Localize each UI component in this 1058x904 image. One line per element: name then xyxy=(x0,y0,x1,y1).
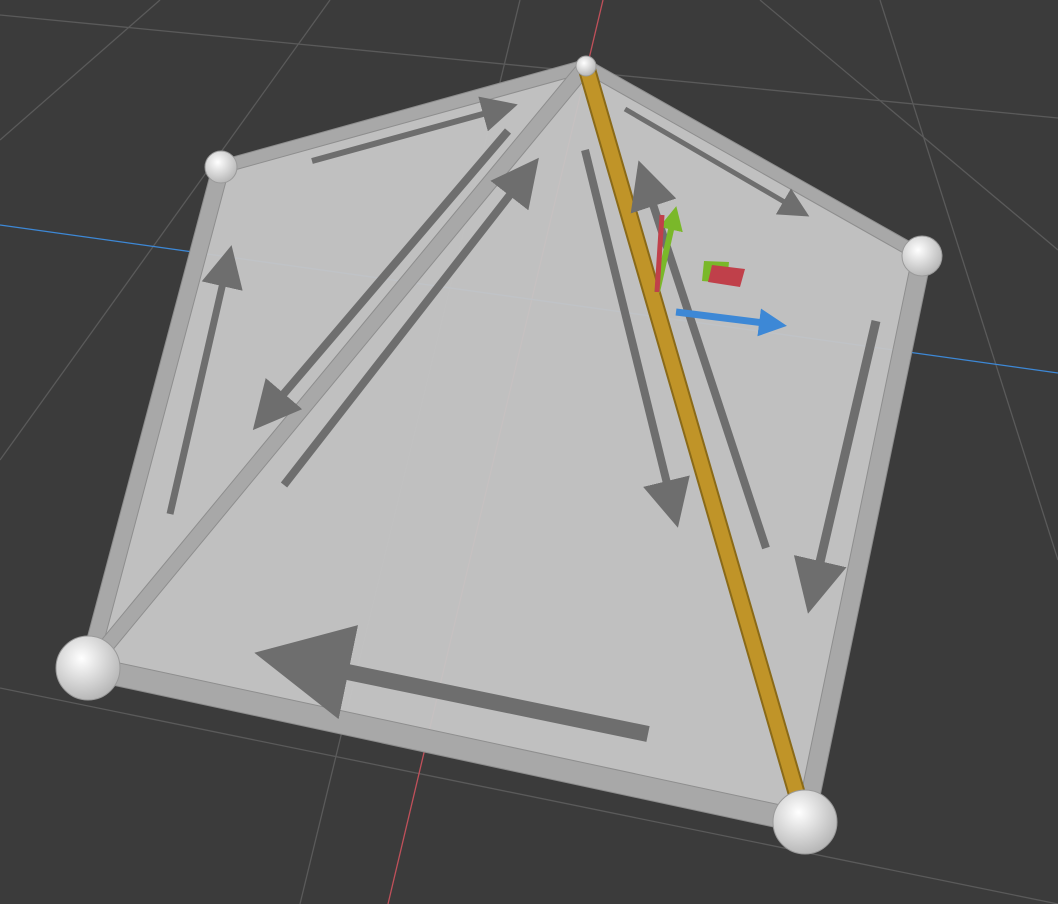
vertex[interactable] xyxy=(204,150,238,184)
vertex[interactable] xyxy=(575,55,597,77)
scene-canvas[interactable] xyxy=(0,0,1058,904)
vertex[interactable] xyxy=(55,635,121,701)
grid-line xyxy=(0,0,161,141)
vertex[interactable] xyxy=(901,235,943,277)
vertex[interactable] xyxy=(772,789,838,855)
3d-viewport[interactable] xyxy=(0,0,1058,904)
